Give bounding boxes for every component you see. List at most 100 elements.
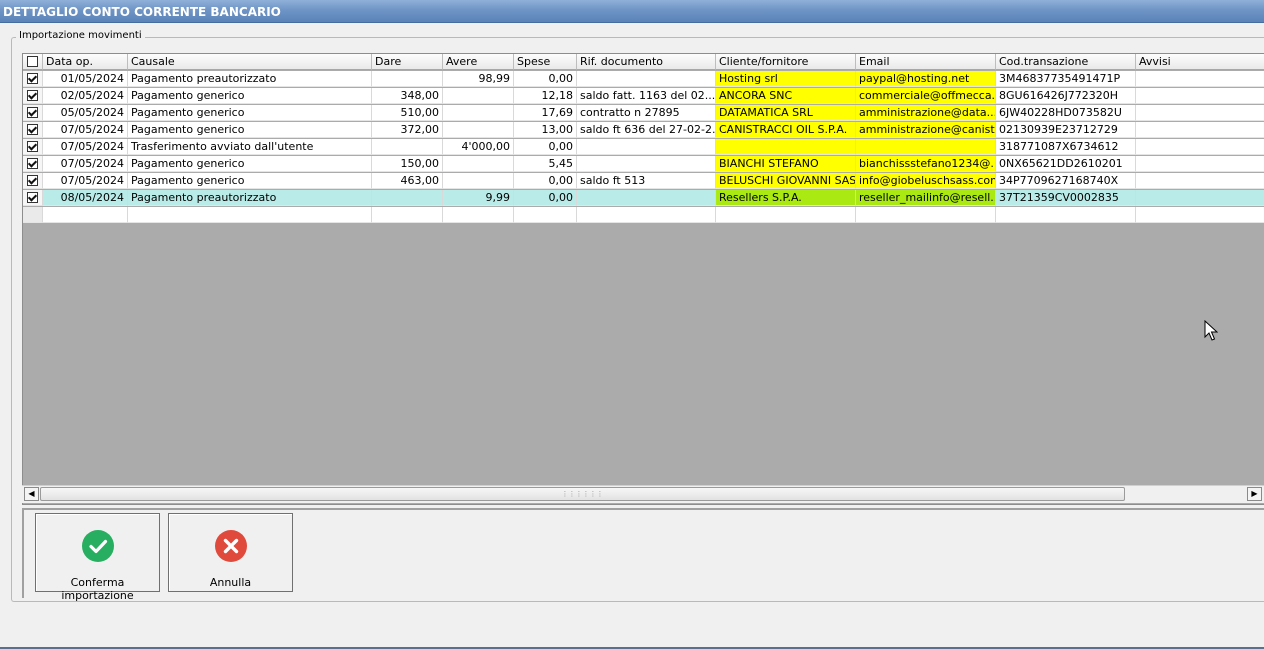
- new-row-cell[interactable]: [372, 207, 443, 223]
- cell-cliente-fornitore[interactable]: BELUSCHI GIOVANNI SAS: [716, 173, 856, 189]
- cell-spese[interactable]: 17,69: [514, 105, 577, 121]
- column-header-spese[interactable]: Spese: [514, 54, 577, 70]
- cell-rif-documento[interactable]: [577, 71, 716, 87]
- cell-avere[interactable]: [443, 105, 514, 121]
- select-all-checkbox[interactable]: [27, 56, 38, 67]
- new-row-cell[interactable]: [577, 207, 716, 223]
- row-checkbox[interactable]: [27, 158, 38, 169]
- cell-email[interactable]: reseller_mailinfo@resell...: [856, 190, 996, 206]
- table-row[interactable]: 07/05/2024 Pagamento generico 150,00 5,45 BI…: [23, 156, 1264, 173]
- new-row-cell[interactable]: [1136, 207, 1264, 223]
- column-header-rif-documento[interactable]: Rif. documento: [577, 54, 716, 70]
- cell-cod-transazione[interactable]: 02130939E23712729: [996, 122, 1136, 138]
- column-header-dare[interactable]: Dare: [372, 54, 443, 70]
- cell-dare[interactable]: 150,00: [372, 156, 443, 172]
- cancel-button[interactable]: Annulla: [168, 513, 293, 592]
- cell-cliente-fornitore[interactable]: CANISTRACCI OIL S.P.A.: [716, 122, 856, 138]
- new-row-cell[interactable]: [43, 207, 128, 223]
- cell-avvisi[interactable]: [1136, 173, 1264, 189]
- cell-causale[interactable]: Pagamento generico: [128, 88, 372, 104]
- cell-spese[interactable]: 0,00: [514, 173, 577, 189]
- cell-avere[interactable]: [443, 88, 514, 104]
- cell-data-op[interactable]: 08/05/2024: [43, 190, 128, 206]
- table-row[interactable]: 07/05/2024 Pagamento generico 463,00 0,00 sa…: [23, 173, 1264, 190]
- cell-causale[interactable]: Pagamento generico: [128, 156, 372, 172]
- row-checkbox[interactable]: [27, 90, 38, 101]
- cell-causale[interactable]: Pagamento generico: [128, 173, 372, 189]
- cell-avvisi[interactable]: [1136, 122, 1264, 138]
- cell-dare[interactable]: [372, 71, 443, 87]
- table-row[interactable]: 07/05/2024 Pagamento generico 372,00 13,00 s…: [23, 122, 1264, 139]
- new-row-cell[interactable]: [128, 207, 372, 223]
- new-row-cell[interactable]: [856, 207, 996, 223]
- new-row-cell[interactable]: [996, 207, 1136, 223]
- table-row[interactable]: 05/05/2024 Pagamento generico 510,00 17,69 c…: [23, 105, 1264, 122]
- cell-causale[interactable]: Trasferimento avviato dall'utente: [128, 139, 372, 155]
- scroll-thumb[interactable]: ⋮⋮⋮⋮⋮⋮: [40, 487, 1125, 501]
- cell-cod-transazione[interactable]: 37T21359CV0002835: [996, 190, 1136, 206]
- table-row[interactable]: 07/05/2024 Trasferimento avviato dall'ute…: [23, 139, 1264, 156]
- cell-rif-documento[interactable]: saldo ft 513: [577, 173, 716, 189]
- cell-causale[interactable]: Pagamento preautorizzato: [128, 71, 372, 87]
- scroll-left-button[interactable]: ◀: [24, 487, 39, 501]
- cell-avvisi[interactable]: [1136, 190, 1264, 206]
- row-check-cell[interactable]: [23, 156, 43, 172]
- cell-email[interactable]: commerciale@offmecca...: [856, 88, 996, 104]
- cell-rif-documento[interactable]: saldo fatt. 1163 del 02...: [577, 88, 716, 104]
- cell-rif-documento[interactable]: [577, 190, 716, 206]
- cell-causale[interactable]: Pagamento preautorizzato: [128, 190, 372, 206]
- cell-email[interactable]: paypal@hosting.net: [856, 71, 996, 87]
- cell-cod-transazione[interactable]: 34P7709627168740X: [996, 173, 1136, 189]
- row-checkbox[interactable]: [27, 141, 38, 152]
- cell-email[interactable]: info@giobeluschsass.com: [856, 173, 996, 189]
- cell-spese[interactable]: 5,45: [514, 156, 577, 172]
- cell-cod-transazione[interactable]: 8GU616426J772320H: [996, 88, 1136, 104]
- cell-cod-transazione[interactable]: 6JW40228HD073582U: [996, 105, 1136, 121]
- column-header-cliente-fornitore[interactable]: Cliente/fornitore: [716, 54, 856, 70]
- cell-avvisi[interactable]: [1136, 139, 1264, 155]
- horizontal-scrollbar[interactable]: ◀ ⋮⋮⋮⋮⋮⋮ ▶: [22, 485, 1264, 503]
- cell-data-op[interactable]: 01/05/2024: [43, 71, 128, 87]
- row-checkbox[interactable]: [27, 73, 38, 84]
- row-checkbox[interactable]: [27, 175, 38, 186]
- cell-spese[interactable]: 0,00: [514, 190, 577, 206]
- new-row[interactable]: [23, 207, 1264, 224]
- cell-cod-transazione[interactable]: 3M46837735491471P: [996, 71, 1136, 87]
- select-all-cell[interactable]: [23, 54, 43, 70]
- cell-avvisi[interactable]: [1136, 105, 1264, 121]
- cell-data-op[interactable]: 02/05/2024: [43, 88, 128, 104]
- cell-rif-documento[interactable]: [577, 139, 716, 155]
- column-header-avvisi[interactable]: Avvisi: [1136, 54, 1264, 70]
- cell-cliente-fornitore[interactable]: [716, 139, 856, 155]
- table-row[interactable]: 02/05/2024 Pagamento generico 348,00 12,18 s…: [23, 88, 1264, 105]
- cell-email[interactable]: amministrazione@canist...: [856, 122, 996, 138]
- cell-cliente-fornitore[interactable]: DATAMATICA SRL: [716, 105, 856, 121]
- column-header-email[interactable]: Email: [856, 54, 996, 70]
- row-check-cell[interactable]: [23, 105, 43, 121]
- cell-cliente-fornitore[interactable]: ANCORA SNC: [716, 88, 856, 104]
- column-header-cod-transazione[interactable]: Cod.transazione: [996, 54, 1136, 70]
- row-checkbox[interactable]: [27, 192, 38, 203]
- cell-avere[interactable]: 98,99: [443, 71, 514, 87]
- cell-dare[interactable]: 372,00: [372, 122, 443, 138]
- new-row-cell[interactable]: [716, 207, 856, 223]
- confirm-import-button[interactable]: Conferma importazione: [35, 513, 160, 602]
- scroll-right-button[interactable]: ▶: [1247, 487, 1262, 501]
- cell-avere[interactable]: 4'000,00: [443, 139, 514, 155]
- row-check-cell[interactable]: [23, 173, 43, 189]
- cell-dare[interactable]: 510,00: [372, 105, 443, 121]
- new-row-cell[interactable]: [23, 207, 43, 223]
- cell-spese[interactable]: 0,00: [514, 139, 577, 155]
- cell-cod-transazione[interactable]: 0NX65621DD2610201: [996, 156, 1136, 172]
- cell-dare[interactable]: [372, 139, 443, 155]
- row-check-cell[interactable]: [23, 190, 43, 206]
- cell-data-op[interactable]: 07/05/2024: [43, 139, 128, 155]
- cell-data-op[interactable]: 07/05/2024: [43, 122, 128, 138]
- cell-rif-documento[interactable]: contratto n 27895: [577, 105, 716, 121]
- column-header-avere[interactable]: Avere: [443, 54, 514, 70]
- cell-avvisi[interactable]: [1136, 156, 1264, 172]
- cell-email[interactable]: bianchissstefano1234@...: [856, 156, 996, 172]
- cell-cliente-fornitore[interactable]: Hosting srl: [716, 71, 856, 87]
- new-row-cell[interactable]: [514, 207, 577, 223]
- table-row[interactable]: 01/05/2024 Pagamento preautorizzato 98,99 0…: [23, 71, 1264, 88]
